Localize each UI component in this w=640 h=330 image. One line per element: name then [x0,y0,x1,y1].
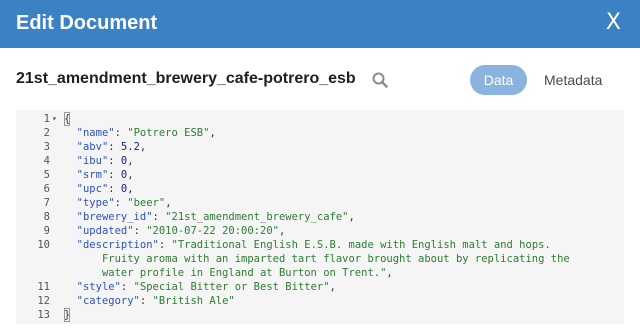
punctuation: : [152,211,166,223]
json-key: "brewery_id" [76,211,153,223]
json-key: "upc" [76,183,109,195]
json-value: "Traditional English E.S.B. made with En… [171,239,551,251]
code-line[interactable]: 2 "name": "Potrero ESB", [16,126,624,140]
code-text: "name": "Potrero ESB", [64,126,216,140]
line-number: 12 [37,295,50,307]
code-text: { [64,112,71,126]
document-id: 21st_amendment_brewery_cafe-potrero_esb [16,70,356,87]
punctuation: , [329,281,336,293]
tab-data[interactable]: Data [470,65,527,95]
punctuation: , [127,169,134,181]
code-line[interactable]: water profile in England at Burton on Tr… [16,266,624,280]
punctuation: : [139,295,153,307]
punctuation: , [209,127,216,139]
code-line[interactable]: 11 "style": "Special Bitter or Best Bitt… [16,280,624,294]
code-text: "abv": 5.2, [64,140,147,154]
brace: { [64,112,71,126]
punctuation: , [139,141,147,153]
json-value: "Potrero ESB" [127,127,210,139]
json-key: "srm" [76,169,109,181]
code-line[interactable]: 5 "srm": 0, [16,168,624,182]
json-key: "description" [76,239,159,251]
code-line[interactable]: 7 "type": "beer", [16,196,624,210]
dialog-header: Edit Document X [0,0,640,48]
punctuation: : [108,155,121,167]
punctuation: , [386,267,393,279]
code-line[interactable]: 1 ▾ { [16,112,624,126]
line-number: 5 [43,169,50,181]
punctuation: , [348,211,355,223]
close-icon[interactable]: X [606,10,621,35]
fold-toggle-icon[interactable]: ▾ [52,112,57,126]
code-text: "upc": 0, [64,182,134,196]
line-number: 3 [43,141,50,153]
json-value: "beer" [127,197,166,209]
code-line[interactable]: 8 "brewery_id": "21st_amendment_brewery_… [16,210,624,224]
json-key: "name" [76,127,115,139]
code-text: "srm": 0, [64,168,134,182]
punctuation: : [108,141,121,153]
code-line[interactable]: 9 "updated": "2010-07-22 20:00:20", [16,224,624,238]
json-key: "abv" [76,141,109,153]
punctuation: : [108,169,121,181]
punctuation: , [127,155,134,167]
code-line[interactable]: Fruity aroma with an imparted tart flavo… [16,252,624,266]
code-line[interactable]: 13} [16,308,624,322]
code-text: "style": "Special Bitter or Best Bitter"… [64,280,336,294]
json-value: "Special Bitter or Best Bitter" [133,281,330,293]
json-value: water profile in England at Burton on Tr… [101,267,387,279]
punctuation: : [114,127,128,139]
json-value: "2010-07-22 20:00:20" [146,225,279,237]
line-number: 9 [43,225,50,237]
code-line[interactable]: 3 "abv": 5.2, [16,140,624,154]
line-number: 7 [43,197,50,209]
line-number: 1 [43,113,50,125]
line-number: 2 [43,127,50,139]
line-number: 11 [37,281,50,293]
json-value: Fruity aroma with an imparted tart flavo… [101,253,570,265]
punctuation: , [165,197,172,209]
json-key: "type" [76,197,115,209]
line-number: 8 [43,211,50,223]
json-key: "updated" [76,225,134,237]
punctuation: , [127,183,134,195]
punctuation: : [108,183,121,195]
json-value: "21st_amendment_brewery_cafe" [165,211,349,223]
code-text: "updated": "2010-07-22 20:00:20", [64,224,286,238]
punctuation: : [133,225,147,237]
punctuation: : [120,281,134,293]
json-editor[interactable]: 1 ▾{2 "name": "Potrero ESB", 3 "abv": 5.2,… [16,110,624,324]
search-icon[interactable] [372,72,388,88]
code-text: "type": "beer", [64,196,172,210]
line-number: 13 [37,309,50,321]
punctuation: , [278,225,286,237]
brace: } [64,308,71,322]
code-text: "category": "British Ale" [64,294,235,308]
code-text: } [64,308,71,322]
line-number: 10 [37,239,50,251]
code-text: "ibu": 0, [64,154,134,168]
tab-metadata[interactable]: Metadata [540,65,606,95]
json-key: "ibu" [76,155,109,167]
code-line[interactable]: 12 "category": "British Ale" [16,294,624,308]
json-key: "style" [76,281,121,293]
code-line[interactable]: 4 "ibu": 0, [16,154,624,168]
dialog-title: Edit Document [16,12,158,34]
json-value: 5.2 [120,141,140,153]
punctuation: : [158,239,172,251]
json-value: "British Ale" [152,295,235,307]
code-text: "description": "Traditional English E.S.… [64,238,551,252]
document-bar: 21st_amendment_brewery_cafe-potrero_esb … [0,48,640,110]
line-number: 4 [43,155,50,167]
line-number: 6 [43,183,50,195]
code-text: Fruity aroma with an imparted tart flavo… [64,252,570,266]
code-line[interactable]: 10 "description": "Traditional English E… [16,238,624,252]
punctuation: : [114,197,128,209]
code-line[interactable]: 6 "upc": 0, [16,182,624,196]
code-text: "brewery_id": "21st_amendment_brewery_ca… [64,210,355,224]
json-key: "category" [76,295,140,307]
code-text: water profile in England at Burton on Tr… [64,266,393,280]
